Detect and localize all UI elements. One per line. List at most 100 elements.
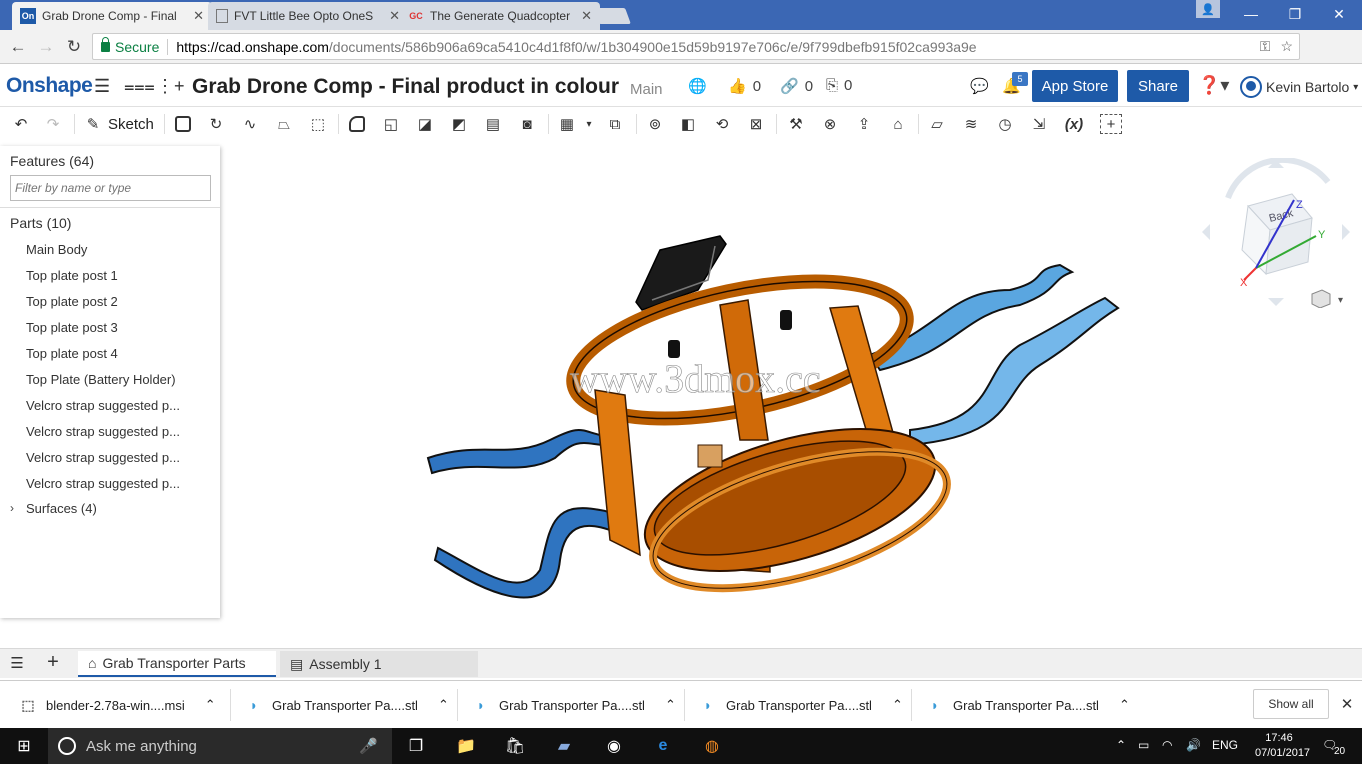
graphics-viewport[interactable]: www.3dmox.cc <box>220 140 1362 648</box>
taskbar-clock[interactable]: 17:46 07/01/2017 <box>1255 731 1310 761</box>
task-view-icon[interactable]: ❐ <box>404 734 428 758</box>
extrude-icon[interactable] <box>172 114 194 134</box>
rotate-left-icon[interactable] <box>1202 224 1210 240</box>
close-tab-icon[interactable]: ✕ <box>389 8 400 24</box>
part-list-item[interactable]: Velcro strap suggested p... <box>26 398 180 413</box>
delete-part-icon[interactable]: ⊠ <box>745 114 767 134</box>
download-item[interactable]: ◗ Grab Transporter Pa....stl ⌃ <box>700 681 903 729</box>
electronics-mount[interactable] <box>697 444 723 468</box>
thicken-icon[interactable]: ⬚ <box>307 114 329 134</box>
likes-counter[interactable]: 👍 0 <box>728 77 761 96</box>
url-input[interactable]: Secure https://cad.onshape.com /document… <box>92 33 1300 60</box>
fillet-icon[interactable] <box>346 114 368 134</box>
part-list-item[interactable]: Top plate post 3 <box>26 320 118 335</box>
part-list-item[interactable]: Top plate post 1 <box>26 268 118 283</box>
battery-icon[interactable]: ▭ <box>1138 738 1149 752</box>
chevron-right-icon[interactable]: › <box>10 501 14 515</box>
onshape-logo[interactable]: Onshape <box>6 74 93 98</box>
forward-icon[interactable]: → <box>32 37 60 57</box>
bookmark-star-icon[interactable]: ☆ <box>1280 38 1293 55</box>
download-item[interactable]: ⬚ blender-2.78a-win....msi ⌃ <box>20 681 216 729</box>
part-list-item[interactable]: Top plate post 2 <box>26 294 118 309</box>
view-options-cube-icon[interactable] <box>1311 289 1331 309</box>
tab-manager-icon[interactable]: ☰ <box>6 653 28 673</box>
part-list-item[interactable]: Top plate post 4 <box>26 346 118 361</box>
chrome-icon[interactable]: ◉ <box>602 734 626 758</box>
help-icon[interactable]: ❓▾ <box>1198 75 1229 96</box>
download-item[interactable]: ◗ Grab Transporter Pa....stl ⌃ <box>473 681 676 729</box>
revolve-icon[interactable]: ↻ <box>205 114 227 134</box>
variable-icon[interactable]: (x) <box>1062 114 1086 134</box>
tab-assembly-1[interactable]: ▤ Assembly 1 <box>280 651 478 677</box>
draft-icon[interactable]: ◪ <box>414 114 436 134</box>
parts-heading[interactable]: Parts (10) <box>10 215 71 231</box>
download-item[interactable]: ◗ Grab Transporter Pa....stl ⌃ <box>246 681 449 729</box>
chevron-up-icon[interactable]: ⌃ <box>665 697 676 713</box>
pattern-icon[interactable]: ▦ <box>556 114 578 134</box>
minimize-icon[interactable]: — <box>1228 0 1274 28</box>
versions-history-icon[interactable]: ⩶ <box>124 76 155 97</box>
surfaces-group[interactable]: Surfaces (4) <box>26 501 97 516</box>
drone-model-render[interactable]: www.3dmox.cc <box>220 140 1362 648</box>
velcro-strap-front-1[interactable] <box>426 429 604 475</box>
plane-icon[interactable]: ▱ <box>926 114 948 134</box>
browser-tab-generate[interactable]: GC The Generate Quadcopter ✕ <box>400 2 600 30</box>
add-tab-icon[interactable]: + <box>42 651 64 673</box>
sketch-pencil-icon[interactable]: ✎ <box>82 114 104 134</box>
chevron-up-icon[interactable]: ⌃ <box>438 697 449 713</box>
loft-icon[interactable]: ⏢ <box>273 114 295 134</box>
wifi-icon[interactable]: ◠ <box>1162 738 1172 752</box>
part-list-item[interactable]: Velcro strap suggested p... <box>26 476 180 491</box>
close-downloads-icon[interactable]: ✕ <box>1336 694 1358 714</box>
filter-features-input[interactable] <box>10 175 211 201</box>
key-icon[interactable]: ⚿ <box>1260 38 1271 55</box>
download-item[interactable]: ◗ Grab Transporter Pa....stl ⌃ <box>927 681 1130 729</box>
part-list-item[interactable]: Velcro strap suggested p... <box>26 424 180 439</box>
split-icon[interactable]: ◧ <box>677 114 699 134</box>
browser-tab-fvt[interactable]: FVT Little Bee Opto OneS ✕ <box>208 2 408 30</box>
new-tab-button[interactable] <box>593 8 631 24</box>
close-tab-icon[interactable]: ✕ <box>193 8 204 24</box>
part-list-item[interactable]: Velcro strap suggested p... <box>26 450 180 465</box>
volume-icon[interactable]: 🔊 <box>1186 738 1201 752</box>
reload-icon[interactable]: ↻ <box>60 37 88 57</box>
chevron-up-icon[interactable]: ⌃ <box>892 697 903 713</box>
helix-icon[interactable]: ≋ <box>960 114 982 134</box>
mirror-icon[interactable]: ⧉ <box>604 114 626 134</box>
file-explorer-icon[interactable]: 📁 <box>454 734 478 758</box>
cortana-search-box[interactable]: Ask me anything 🎤 <box>48 728 392 764</box>
view-cube[interactable]: Back X Y Z ▾ <box>1200 157 1360 309</box>
language-indicator[interactable]: ENG <box>1212 738 1238 752</box>
part-list-item[interactable]: Top Plate (Battery Holder) <box>26 372 176 387</box>
microphone-icon[interactable]: 🎤 <box>359 737 378 755</box>
edge-icon[interactable]: e <box>651 734 675 758</box>
transform-icon[interactable]: ⟲ <box>711 114 733 134</box>
redo-icon[interactable]: ↷ <box>42 114 64 134</box>
add-custom-feature-icon[interactable]: + <box>1100 114 1122 134</box>
secure-indicator[interactable]: Secure <box>101 36 169 55</box>
mate-connector-icon[interactable]: ◷ <box>994 114 1016 134</box>
insert-icon[interactable]: ⋮+ <box>156 76 185 97</box>
replace-face-icon[interactable]: ⌂ <box>887 114 909 134</box>
chevron-up-icon[interactable]: ⌃ <box>1119 697 1130 713</box>
chevron-up-icon[interactable]: ⌃ <box>205 697 216 713</box>
boolean-icon[interactable]: ⊚ <box>644 114 666 134</box>
hole-icon[interactable]: ◙ <box>516 114 538 134</box>
browser-tab-onshape[interactable]: On Grab Drone Comp - Final ✕ <box>12 2 212 30</box>
chevron-down-icon[interactable]: ▾ <box>578 114 600 134</box>
rotate-down-icon[interactable] <box>1268 298 1284 306</box>
shell-icon[interactable]: ▤ <box>482 114 504 134</box>
restore-icon[interactable]: ❐ <box>1272 0 1318 28</box>
part-list-item[interactable]: Main Body <box>26 242 87 257</box>
rotate-right-icon[interactable] <box>1342 224 1350 240</box>
move-face-icon[interactable]: ⇪ <box>853 114 875 134</box>
undo-icon[interactable]: ↶ <box>10 114 32 134</box>
share-button[interactable]: Share <box>1127 70 1189 102</box>
chevron-up-icon[interactable]: ⌃ <box>1116 738 1126 752</box>
hamburger-menu-icon[interactable]: ☰ <box>94 76 110 97</box>
velcro-strap-front-2[interactable] <box>433 507 622 599</box>
close-tab-icon[interactable]: ✕ <box>581 8 592 24</box>
notepad-icon[interactable]: ▰ <box>552 734 576 758</box>
show-all-downloads-button[interactable]: Show all <box>1253 689 1329 719</box>
store-icon[interactable]: 🛍 <box>503 734 527 758</box>
